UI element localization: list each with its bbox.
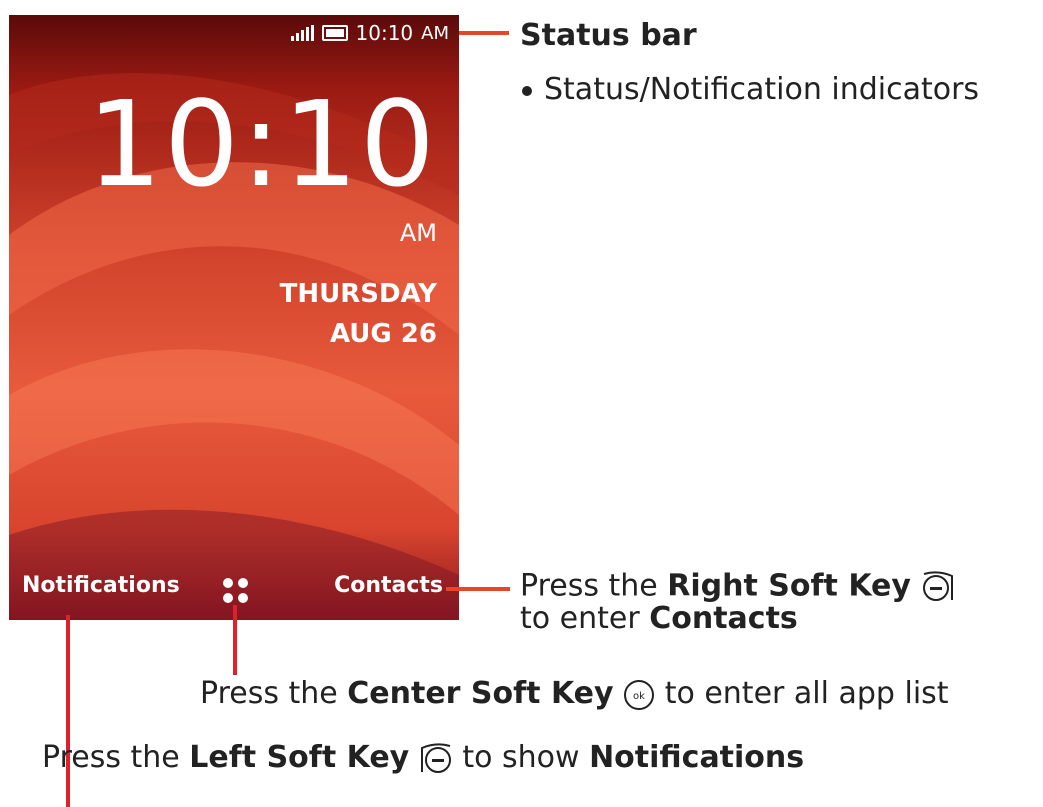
weekday: THURSDAY	[279, 279, 437, 309]
status-bullet-text: Status/Notification indicators	[544, 72, 980, 107]
left-key-name: Left Soft Key	[189, 740, 410, 775]
right-soft-key-icon	[922, 571, 953, 601]
left-key-annotation: Press the Left Soft Key to show Notifica…	[42, 740, 804, 776]
svg-text:ok: ok	[633, 691, 645, 702]
lockscreen: 10:10 AM 10:10 AM THURSDAY AUG 26 Notifi…	[9, 15, 459, 620]
status-bar-title: Status bar	[520, 18, 697, 53]
signal-icon	[290, 25, 314, 41]
center-key-name: Center Soft Key	[347, 676, 614, 711]
clock-ampm: AM	[399, 219, 437, 247]
date: AUG 26	[329, 319, 437, 349]
left-key-bold: Notifications	[589, 740, 805, 775]
status-bar: 10:10 AM	[290, 21, 449, 45]
left-soft-key-icon	[420, 742, 451, 773]
left-key-connector	[66, 615, 70, 807]
center-ok-key-icon: ok	[624, 679, 655, 710]
center-key-pre: Press the	[200, 676, 348, 711]
center-key-connector	[233, 605, 237, 675]
right-key-name: Right Soft Key	[667, 568, 911, 604]
left-soft-key-label[interactable]: Notifications	[22, 573, 180, 598]
right-key-annotation: Press the Right Soft Key to enter Contac…	[520, 570, 955, 634]
clock-time: 10:10	[86, 75, 437, 213]
left-key-pre: Press the	[42, 740, 190, 775]
battery-icon	[321, 25, 348, 41]
right-soft-key-label[interactable]: Contacts	[334, 573, 443, 598]
app-menu-dots-icon[interactable]	[221, 576, 251, 606]
right-key-connector	[446, 587, 510, 591]
status-connector	[459, 31, 509, 35]
status-bullet: Status/Notification indicators	[522, 72, 979, 107]
right-key-pre: Press the	[520, 568, 668, 604]
right-key-line2-bold: Contacts	[649, 601, 798, 636]
status-time: 10:10	[355, 21, 414, 45]
center-key-post: to enter all app list	[664, 676, 949, 711]
bullet-icon	[522, 85, 532, 96]
left-key-mid: to show	[462, 740, 590, 775]
right-key-line2-pre: to enter	[520, 601, 650, 636]
center-key-annotation: Press the Center Soft Key ok to enter al…	[200, 676, 949, 711]
status-ampm: AM	[421, 22, 449, 44]
